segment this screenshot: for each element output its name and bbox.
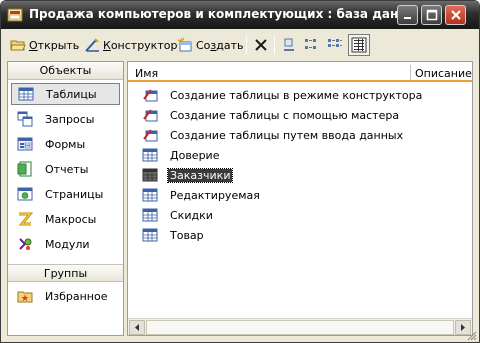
maximize-icon (426, 9, 438, 21)
nav-item-macros[interactable]: Макросы (11, 208, 120, 230)
delete-icon (255, 39, 267, 51)
objects-pane: Объекты Таблицы Запросы Формы Отчеты Стр… (7, 61, 124, 336)
open-icon (10, 40, 26, 51)
nav-item-modules[interactable]: Модули (11, 233, 120, 255)
table-icon (142, 168, 158, 182)
nav-item-tables[interactable]: Таблицы (11, 83, 120, 105)
module-icon (19, 238, 32, 250)
scroll-left-icon (135, 324, 139, 331)
nav-item-pages[interactable]: Страницы (11, 183, 120, 205)
details-view-button[interactable] (348, 34, 370, 56)
list-view-button[interactable] (327, 35, 343, 55)
favorites-folder-icon (17, 291, 33, 303)
create-label: Создать (196, 38, 244, 52)
list-item-selected[interactable]: Заказчики (142, 166, 234, 184)
table-icon (142, 148, 158, 162)
wizard-table-icon (143, 129, 158, 142)
list-item-label: Товар (170, 228, 204, 242)
list-item-label: Редактируемая (170, 188, 260, 202)
table-icon (18, 87, 34, 101)
design-label: Конструктор (103, 38, 178, 52)
wizard-table-icon (143, 89, 158, 102)
nav-item-label: Запросы (45, 112, 95, 126)
toolbar-separator (274, 36, 275, 54)
open-label: Открыть (29, 38, 80, 52)
list-item-label: Создание таблицы с помощью мастера (170, 108, 400, 122)
nav-item-queries[interactable]: Запросы (11, 108, 120, 130)
toolbar-separator (246, 36, 247, 54)
design-button[interactable]: Конструктор (84, 35, 177, 55)
toolbar: Открыть Конструктор Создать (4, 31, 476, 59)
window-title: Продажа компьютеров и комплектующих : ба… (29, 7, 399, 21)
report-icon (17, 161, 32, 177)
open-button[interactable]: Открыть (10, 35, 79, 55)
nav-item-label: Модули (45, 237, 90, 251)
list-item[interactable]: Товар (142, 226, 206, 244)
nav-item-favorites[interactable]: Избранное (11, 285, 120, 307)
minimize-button[interactable] (397, 5, 418, 25)
nav-item-label: Отчеты (45, 162, 89, 176)
list-view-icon (328, 39, 342, 47)
list-item[interactable]: Доверие (142, 146, 221, 164)
column-description-header[interactable]: Описание (415, 67, 472, 80)
list-item-label: Создание таблицы путем ввода данных (170, 128, 404, 142)
nav-item-label: Формы (45, 137, 86, 151)
create-button[interactable]: Создать (177, 35, 244, 55)
minimize-icon (404, 17, 411, 19)
nav-item-reports[interactable]: Отчеты (11, 158, 120, 180)
scroll-thumb[interactable] (146, 320, 454, 335)
nav-item-label: Избранное (45, 289, 108, 303)
small-icons-view-button[interactable] (304, 35, 320, 55)
list-item-label: Создание таблицы в режиме конструктора (170, 88, 423, 102)
column-divider[interactable] (410, 65, 411, 80)
list-item[interactable]: Создание таблицы путем ввода данных (142, 126, 405, 144)
maximize-button[interactable] (421, 5, 442, 25)
table-icon (142, 228, 158, 242)
table-icon (142, 208, 158, 222)
groups-header[interactable]: Группы (8, 264, 123, 282)
form-icon (17, 137, 33, 151)
page-icon (17, 187, 33, 201)
list-item-label: Доверие (170, 148, 220, 162)
resize-grip-icon[interactable] (467, 331, 477, 341)
query-icon (17, 111, 33, 127)
list-item-label: Заказчики (166, 167, 234, 183)
column-name-header[interactable]: Имя (135, 67, 158, 80)
scroll-left-button[interactable] (129, 320, 145, 335)
objects-header[interactable]: Объекты (8, 62, 123, 80)
design-icon (85, 38, 99, 52)
horizontal-scrollbar[interactable] (128, 318, 472, 335)
list-item[interactable]: Скидки (142, 206, 215, 224)
list-item-label: Скидки (170, 208, 213, 222)
list-item[interactable]: Редактируемая (142, 186, 262, 204)
create-icon (177, 37, 192, 52)
delete-button[interactable] (253, 35, 269, 55)
title-bar[interactable]: Продажа компьютеров и комплектующих : ба… (1, 1, 479, 29)
large-icons-view-icon (284, 38, 294, 51)
nav-item-label: Таблицы (46, 87, 97, 101)
list-item[interactable]: Создание таблицы в режиме конструктора (142, 86, 424, 104)
nav-item-forms[interactable]: Формы (11, 133, 120, 155)
list-header: Имя Описание (128, 64, 472, 82)
wizard-table-icon (143, 109, 158, 122)
large-icons-view-button[interactable] (281, 35, 297, 55)
nav-item-label: Страницы (45, 187, 104, 201)
close-icon (451, 10, 461, 20)
objects-list: Имя Описание Создание таблицы в режиме к… (127, 61, 473, 336)
close-button[interactable] (445, 5, 466, 25)
database-window-icon (7, 8, 23, 22)
macro-icon (18, 212, 33, 226)
table-icon (142, 188, 158, 202)
list-item[interactable]: Создание таблицы с помощью мастера (142, 106, 401, 124)
nav-item-label: Макросы (45, 212, 97, 226)
small-icons-view-icon (305, 39, 316, 49)
database-window: Продажа компьютеров и комплектующих : ба… (0, 0, 480, 343)
details-view-icon (351, 37, 367, 53)
